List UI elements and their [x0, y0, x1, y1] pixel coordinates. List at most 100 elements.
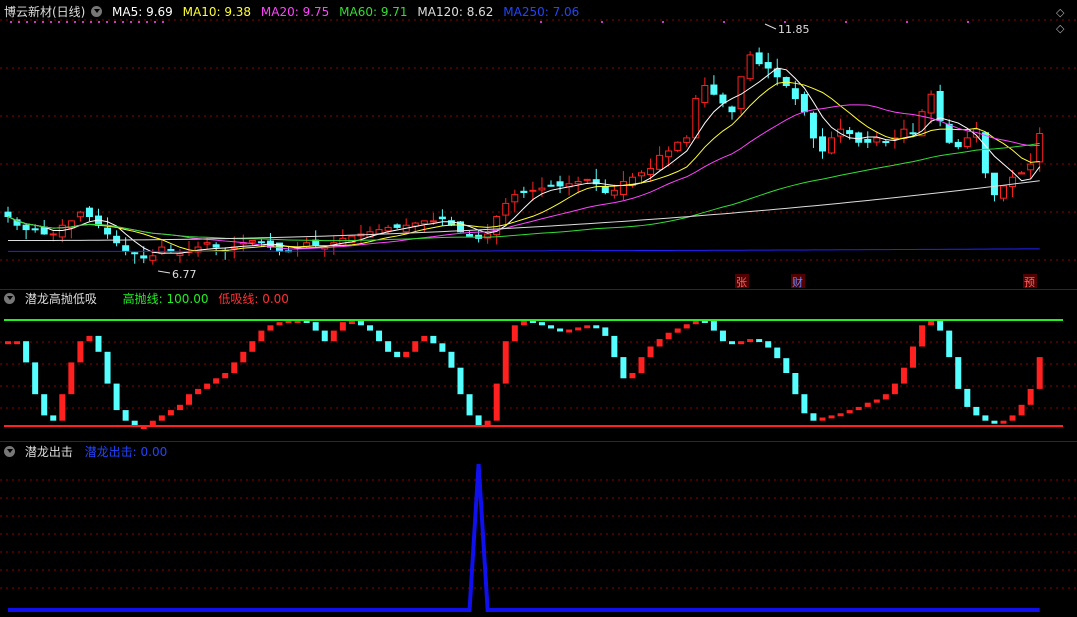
candle-up [76, 211, 84, 218]
candle-up [619, 181, 627, 195]
candlestick-chart[interactable]: 11.85 6.77 张 财 预 [0, 0, 1077, 290]
ma5-line [7, 67, 1041, 254]
indicator-bar-up [249, 341, 256, 352]
indicator-bar-up [1027, 388, 1034, 405]
indicator-bar-down [982, 415, 989, 421]
candle-up [692, 98, 700, 139]
collapse-toggle-icon[interactable] [4, 446, 15, 457]
candle-up [647, 167, 655, 176]
settings-diamond-icon[interactable]: ◇ [1056, 6, 1064, 19]
indicator-bar-up [910, 346, 916, 368]
indicator-bar-up [629, 373, 636, 379]
indicator-bar-down [385, 341, 392, 352]
marker-dot [106, 21, 108, 23]
candle-up [1000, 185, 1007, 199]
indicator-bar-down [792, 373, 799, 395]
candle-up [656, 154, 664, 170]
indicator-bar-down [765, 341, 772, 348]
candle-down [755, 52, 763, 65]
marker-dot [74, 21, 76, 23]
marker-dot [723, 21, 725, 23]
indicator-bar-down [113, 383, 120, 411]
candle-up [203, 242, 211, 245]
indicator-bar-down [50, 415, 57, 421]
indicator-bar-up [900, 367, 907, 384]
indicator-bar-up [683, 324, 690, 329]
collapse-toggle-icon[interactable] [4, 293, 15, 304]
ma5-label: MA5: 9.69 [112, 5, 173, 19]
indicator-bar-up [864, 402, 871, 407]
indicator-bar-down [602, 327, 609, 336]
signal-label: 潜龙出击: 0.00 [84, 445, 168, 459]
marker-dot [82, 21, 84, 23]
candle-down [22, 224, 30, 231]
indicator-bar-down [593, 325, 600, 329]
ma20-label: MA20: 9.75 [260, 5, 330, 19]
marker-dot [42, 21, 44, 23]
indicator-bar-up [819, 417, 826, 421]
indicator-bar-down [719, 330, 726, 342]
indicator-bar-up [403, 351, 410, 358]
marker-dot [162, 21, 164, 23]
indicator-bar-down [457, 367, 464, 395]
marker-dot [10, 21, 12, 23]
ma120-label: MA120: 8.62 [417, 5, 494, 19]
candle-up [176, 253, 184, 256]
candle-up [900, 128, 908, 139]
indicator-bar-up [77, 341, 84, 363]
indicator-bar-down [937, 320, 944, 331]
indicator1-pane[interactable]: 潜龙高抛低吸 高抛线: 100.00 低吸线: 0.00 [0, 290, 1077, 442]
candle-down [140, 255, 148, 259]
indicator-bar-down [357, 321, 364, 326]
ma60-label: MA60: 9.71 [339, 5, 408, 19]
candle-down [882, 141, 890, 144]
main-chart-pane[interactable]: 11.85 6.77 张 财 预 博云新材(日线) MA5: 9.69 MA10: 9.… [0, 0, 1077, 290]
candle-up [638, 172, 645, 177]
candle-down [710, 84, 718, 95]
indicator-bar-up [873, 399, 880, 403]
marker-dot [662, 21, 664, 23]
indicator-bar-down [466, 394, 473, 416]
indicator1-chart[interactable] [0, 290, 1077, 442]
indicator-bar-up [213, 378, 220, 384]
indicator-bar-up [882, 394, 889, 400]
indicator-bar-up [575, 327, 582, 331]
settings-diamond-icon[interactable]: ◇ [1056, 22, 1064, 35]
indicator2-chart[interactable] [0, 442, 1077, 617]
indicator-bar-up [176, 404, 183, 411]
indicator-bar-up [1036, 357, 1043, 389]
indicator-bar-up [828, 415, 835, 419]
candle-up [1018, 172, 1026, 175]
stock-title: 博云新材(日线) [4, 5, 86, 19]
indicator-bar-up [837, 413, 844, 417]
candle-down [909, 132, 917, 135]
indicator-bar-up [511, 325, 518, 342]
indicator-bar-down [430, 335, 437, 344]
candle-up [610, 189, 618, 196]
indicator2-title: 潜龙出击 [24, 445, 73, 459]
collapse-toggle-icon[interactable] [91, 6, 103, 17]
indicator-bar-down [376, 330, 383, 342]
indicator2-header: 潜龙出击 潜龙出击: 0.00 [4, 444, 173, 460]
candle-up [502, 202, 510, 216]
candle-down [131, 252, 139, 255]
indicator1-title: 潜龙高抛低吸 [24, 292, 97, 306]
indicator-bar-down [973, 406, 980, 416]
indicator-bar-up [421, 335, 428, 342]
candle-up [963, 137, 971, 147]
indicator-bar-up [647, 346, 654, 358]
indicator-bar-up [493, 383, 500, 421]
indicator2-pane[interactable]: 潜龙出击 潜龙出击: 0.00 [0, 442, 1077, 617]
event-marker: 预 [1024, 276, 1035, 289]
indicator-bar-down [557, 328, 564, 332]
indicator-bar-up [231, 362, 238, 373]
candle-down [601, 186, 609, 193]
indicator-bar-up [1018, 404, 1025, 416]
candle-up [665, 150, 673, 158]
marker-dot [122, 21, 124, 23]
indicator-bar-down [611, 335, 618, 358]
candle-down [104, 227, 112, 235]
indicator-bar-down [774, 347, 781, 359]
indicator-bar-up [846, 410, 853, 414]
candle-up [538, 187, 546, 191]
